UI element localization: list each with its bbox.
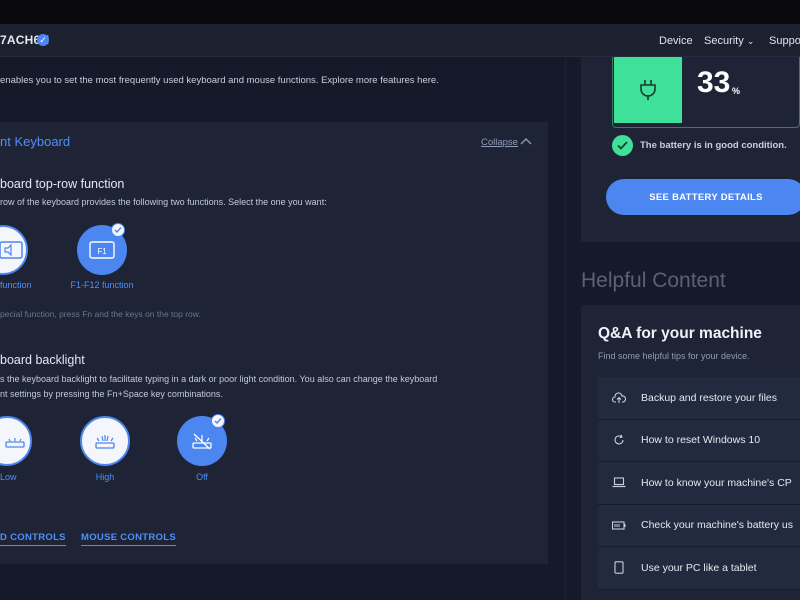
helpful-content-title: Helpful Content (581, 269, 726, 292)
special-function-icon (0, 241, 23, 259)
collapse-link[interactable]: Collapse (481, 137, 518, 148)
qa-item-label: How to reset Windows 10 (641, 434, 761, 447)
selected-check-icon (111, 223, 125, 237)
qa-item-backup[interactable]: Backup and restore your files (598, 377, 800, 420)
toprow-note: pecial function, press Fn and the keys o… (0, 309, 201, 319)
qa-subtitle: Find some helpful tips for your device. (598, 351, 750, 361)
qa-item-label: Check your machine's battery us (641, 519, 793, 532)
option-backlight-high-label: High (95, 472, 115, 482)
toprow-desc: row of the keyboard provides the followi… (0, 197, 327, 207)
column-divider (565, 57, 566, 600)
card-title: nt Keyboard (0, 134, 71, 149)
option-special-function-label: function (0, 280, 32, 290)
battery-icon (612, 518, 626, 532)
option-backlight-high[interactable] (80, 416, 130, 466)
backlight-desc-1: s the keyboard backlight to facilitate t… (0, 374, 438, 384)
qa-item-cpu[interactable]: How to know your machine's CP (598, 462, 800, 505)
battery-status: The battery is in good condition. (640, 140, 787, 151)
backlight-desc-2: nt settings by pressing the Fn+Space key… (0, 389, 223, 399)
option-backlight-low-label: Low (0, 472, 17, 482)
tablet-icon (612, 561, 626, 575)
cloud-upload-icon (612, 391, 626, 405)
toprow-title: board top-row function (0, 177, 125, 191)
f1-key-text: F1 (97, 247, 107, 256)
see-battery-details-button[interactable]: SEE BATTERY DETAILS (606, 179, 800, 215)
qa-item-label: How to know your machine's CP (641, 476, 792, 489)
selected-check-icon (211, 414, 225, 428)
nav-security[interactable]: Security ⌄ (704, 35, 754, 47)
option-f1-f12-label: F1-F12 function (70, 280, 134, 290)
chevron-up-icon[interactable] (520, 137, 532, 145)
laptop-icon (612, 476, 626, 490)
intro-text: enables you to set the most frequently u… (0, 75, 439, 86)
refresh-icon (612, 433, 626, 447)
qa-list: Backup and restore your files How to res… (598, 377, 800, 590)
battery-percent-symbol: % (732, 86, 741, 96)
qa-item-reset[interactable]: How to reset Windows 10 (598, 419, 800, 462)
backlight-low-icon (5, 438, 25, 448)
nav-security-label: Security (704, 35, 744, 47)
plug-icon (640, 80, 656, 100)
keyboard-controls-link[interactable]: D CONTROLS (0, 532, 66, 546)
battery-level-tile (614, 57, 682, 123)
verified-check-icon: ✓ (37, 34, 49, 46)
chevron-down-icon: ⌄ (746, 36, 755, 46)
backlight-title: board backlight (0, 353, 85, 367)
qa-item-label: Use your PC like a tablet (641, 561, 757, 574)
qa-item-tablet[interactable]: Use your PC like a tablet (598, 547, 800, 590)
backlight-off-icon (192, 433, 212, 450)
qa-item-label: Backup and restore your files (641, 391, 777, 404)
nav-support[interactable]: Suppo (769, 35, 800, 47)
qa-item-battery[interactable]: Check your machine's battery us (598, 504, 800, 547)
option-backlight-off-label: Off (196, 472, 208, 482)
qa-title: Q&A for your machine (598, 325, 762, 342)
nav-device[interactable]: Device (659, 35, 693, 47)
window-top-strip (0, 0, 800, 24)
mouse-controls-link[interactable]: MOUSE CONTROLS (81, 532, 176, 546)
battery-percent: 33 (697, 66, 731, 99)
backlight-high-icon (95, 435, 115, 449)
f1-key-icon: F1 (89, 241, 115, 259)
battery-good-check-icon (612, 135, 633, 156)
